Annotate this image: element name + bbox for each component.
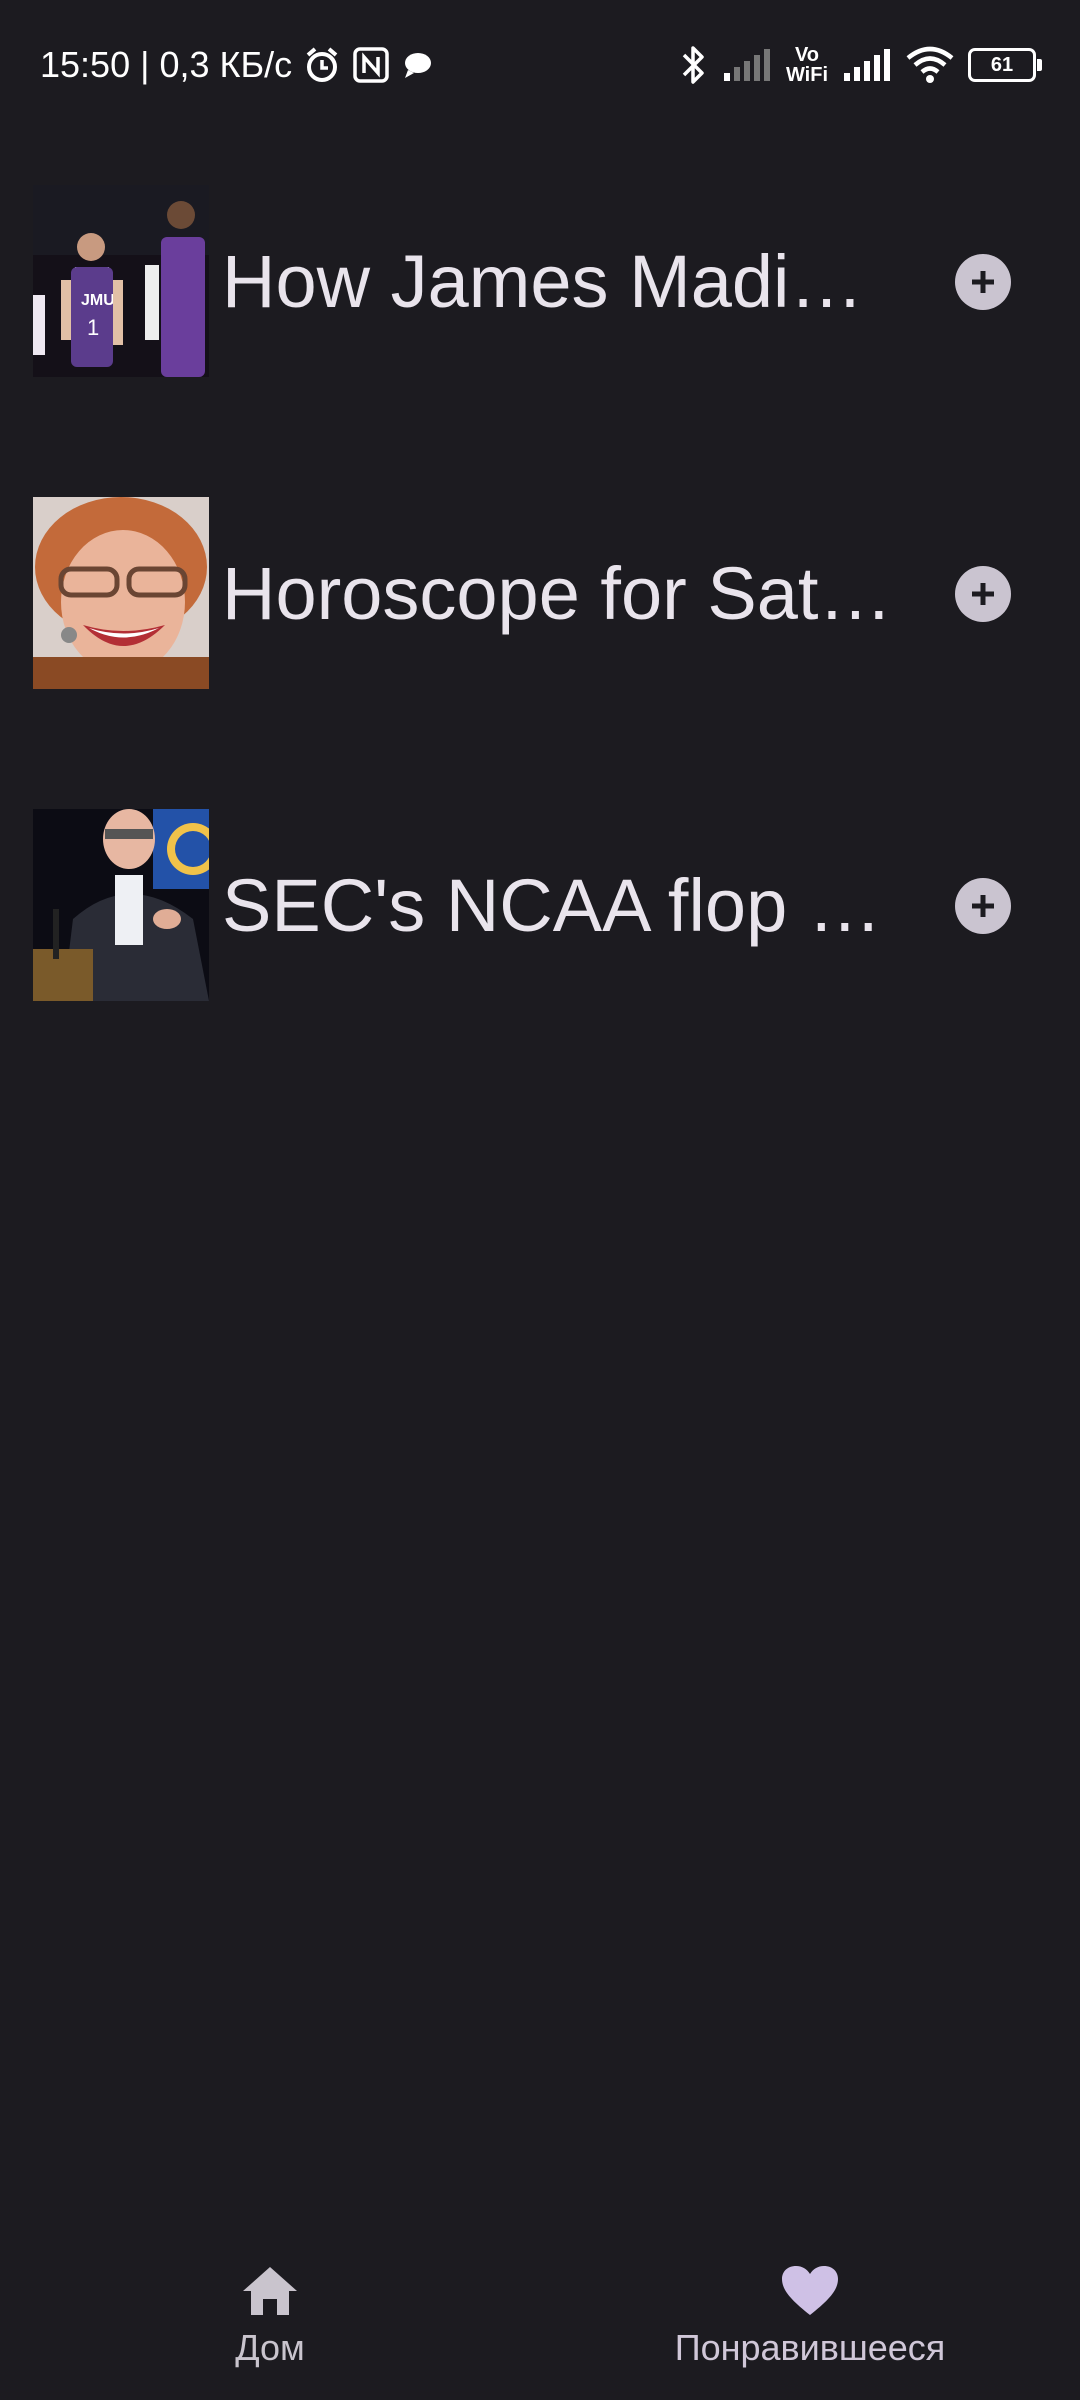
- plus-icon: [972, 583, 994, 605]
- nav-home-label: Дом: [235, 2327, 305, 2368]
- nav-favorites[interactable]: Понравившееся: [620, 2265, 1000, 2369]
- bluetooth-icon: [678, 43, 708, 87]
- nfc-icon: [352, 46, 390, 84]
- plus-icon: [972, 895, 994, 917]
- alarm-icon: [302, 45, 342, 85]
- add-button[interactable]: [955, 254, 1011, 310]
- nav-favorites-label: Понравившееся: [674, 2327, 946, 2368]
- list-item[interactable]: Horoscope for Sat…: [0, 497, 1080, 689]
- article-thumbnail: JMU 1: [33, 185, 209, 377]
- add-button[interactable]: [955, 566, 1011, 622]
- svg-text:1: 1: [87, 315, 99, 340]
- vowifi-indicator: Vo WiFi: [785, 44, 828, 86]
- separator: |: [140, 44, 150, 85]
- bottom-navigation: Дом Понравившееся: [0, 2240, 1080, 2400]
- list-item[interactable]: JMU 1 How James Madi…: [0, 185, 1080, 377]
- plus-icon: [972, 271, 994, 293]
- signal-icon-2: [842, 47, 892, 83]
- nav-home[interactable]: Дом: [170, 2265, 370, 2369]
- svg-text:JMU: JMU: [81, 292, 115, 309]
- battery-indicator: 61: [968, 48, 1042, 82]
- status-right: Vo WiFi 61: [678, 40, 1042, 90]
- article-thumbnail: [33, 497, 209, 689]
- status-left: 15:50 | 0,3 КБ/с: [40, 40, 434, 90]
- article-title: SEC's NCAA flop …: [222, 864, 882, 947]
- list-item[interactable]: SEC's NCAA flop …: [0, 809, 1080, 1001]
- clock: 15:50: [40, 44, 131, 85]
- network-speed: 0,3 КБ/с: [159, 44, 293, 85]
- article-thumbnail: [33, 809, 209, 1001]
- article-title: How James Madi…: [222, 240, 864, 323]
- signal-icon-1: [722, 47, 772, 83]
- add-button[interactable]: [955, 878, 1011, 934]
- article-title: Horoscope for Sat…: [222, 552, 893, 635]
- chat-icon: [400, 48, 434, 82]
- wifi-icon: [906, 46, 954, 84]
- article-list: JMU 1 How James Madi… Horoscope for Sat……: [0, 185, 1080, 1121]
- status-bar: 15:50 | 0,3 КБ/с Vo WiFi 61: [0, 0, 1080, 130]
- home-icon: [243, 2267, 297, 2315]
- heart-icon: [782, 2266, 838, 2315]
